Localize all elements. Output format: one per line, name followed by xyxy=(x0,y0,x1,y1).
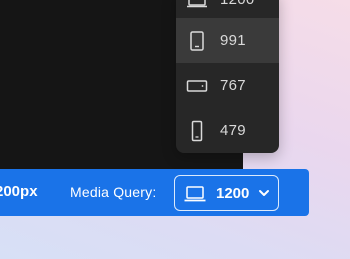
breakpoint-option-label: 1200 xyxy=(220,0,255,8)
breakpoint-option-991[interactable]: 991 xyxy=(176,18,279,63)
tablet-portrait-icon xyxy=(190,30,204,51)
breakpoint-option-479[interactable]: 479 xyxy=(176,108,279,153)
mobile-icon xyxy=(191,120,203,141)
breakpoint-option-label: 767 xyxy=(220,77,246,94)
laptop-icon xyxy=(187,0,207,7)
tablet-landscape-icon xyxy=(186,79,208,92)
selected-breakpoint-value: 1200 xyxy=(216,185,250,202)
chevron-down-icon xyxy=(259,190,269,196)
breakpoint-option-label: 991 xyxy=(220,32,246,49)
media-query-select[interactable]: 1200 xyxy=(174,175,279,211)
breakpoint-dropdown: 1200 991 767 479 xyxy=(176,0,279,153)
responsive-toolbar: 200px Media Query: 1200 xyxy=(0,169,309,216)
breakpoint-option-label: 479 xyxy=(220,122,246,139)
breakpoint-option-767[interactable]: 767 xyxy=(176,63,279,108)
laptop-icon xyxy=(184,186,206,202)
canvas-width-value: 200px xyxy=(0,183,38,200)
media-query-label: Media Query: xyxy=(70,184,157,200)
